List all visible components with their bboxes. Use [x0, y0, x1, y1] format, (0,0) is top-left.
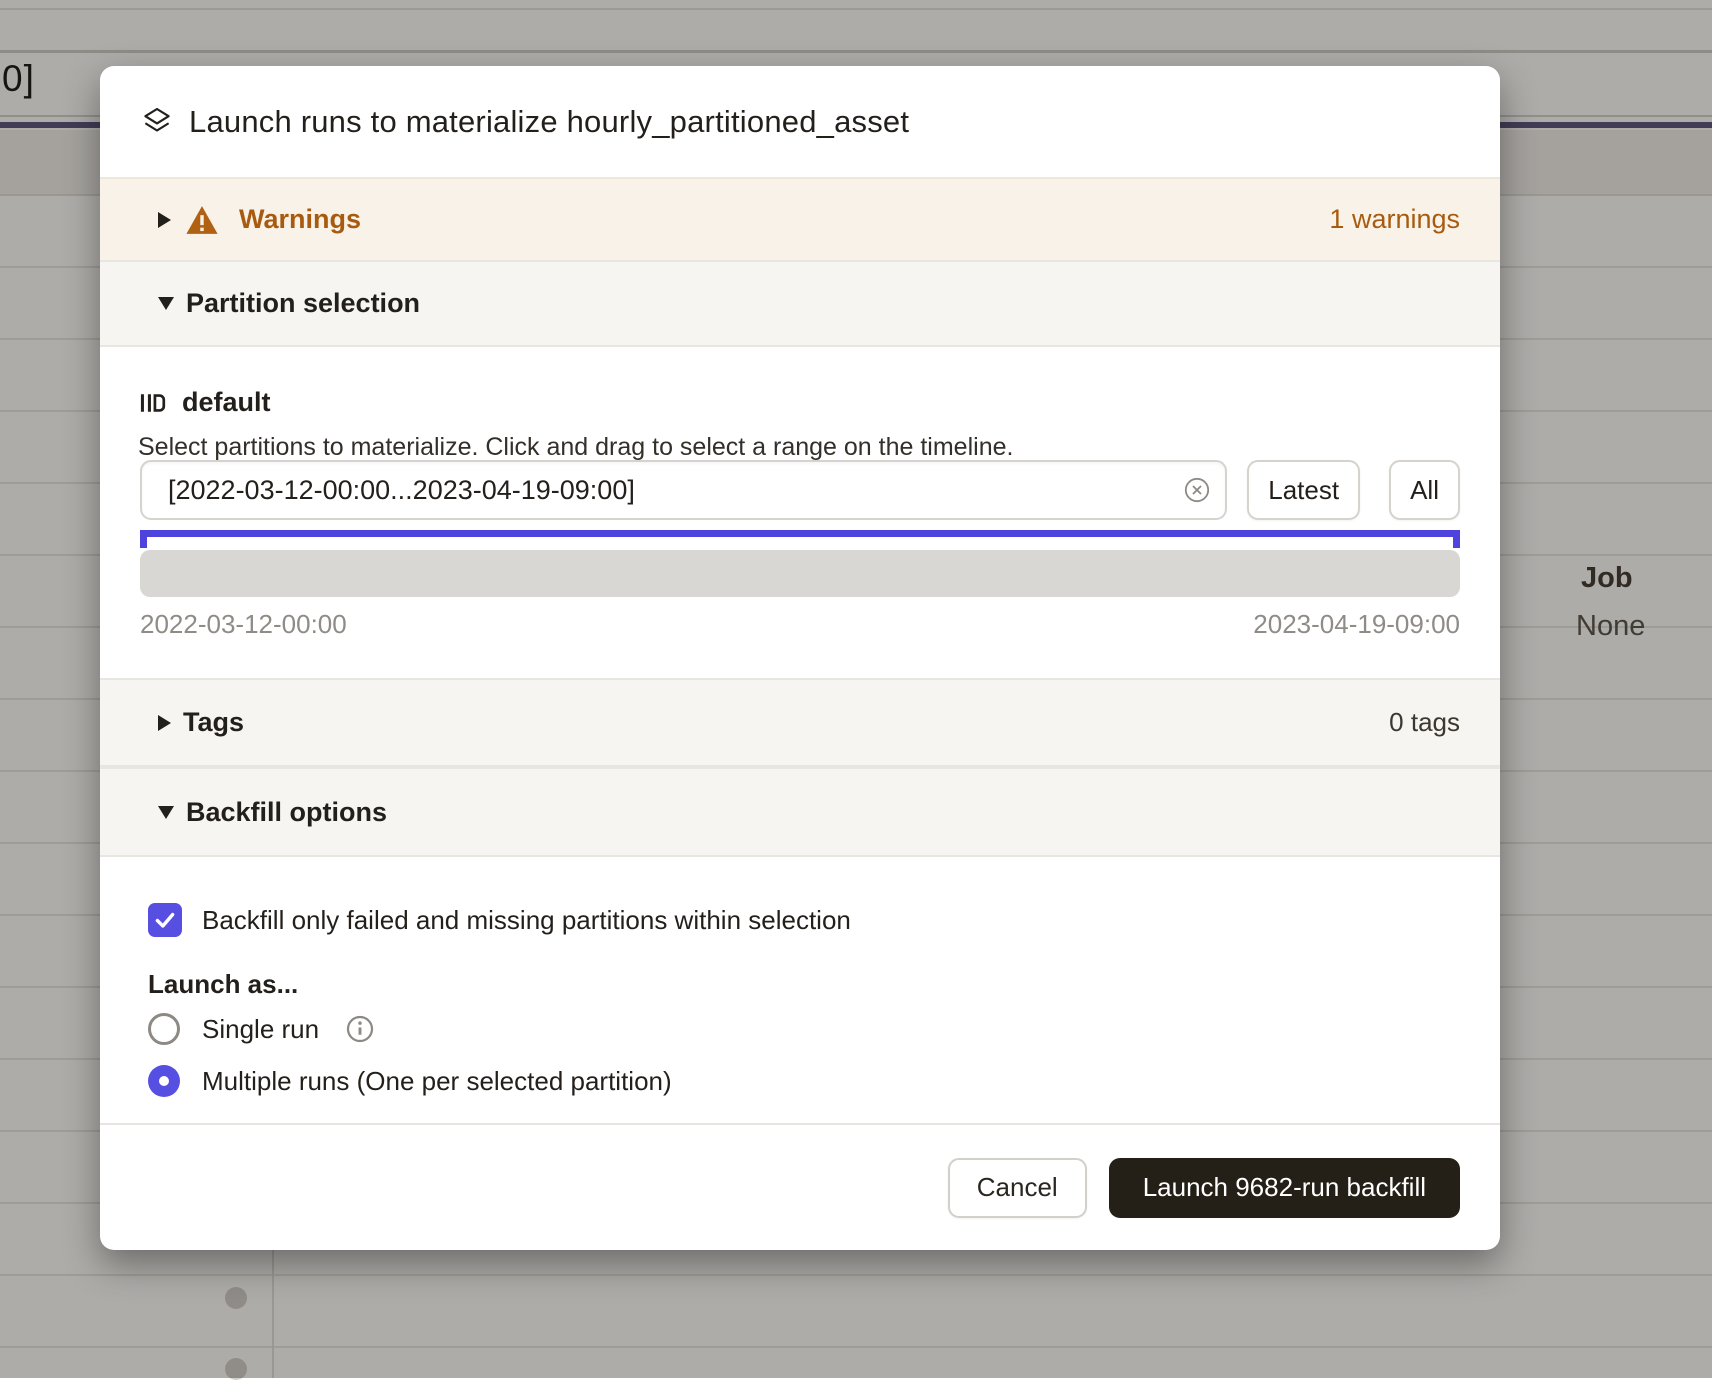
launch-backfill-button[interactable]: Launch 9682-run backfill — [1109, 1158, 1460, 1218]
caret-down-icon — [158, 806, 174, 819]
radio-selected[interactable] — [148, 1065, 180, 1097]
backfill-options-label: Backfill options — [186, 797, 387, 828]
backfill-options-toggle[interactable]: Backfill options — [100, 767, 1500, 857]
check-icon — [152, 907, 178, 933]
selection-range-tick — [140, 530, 147, 548]
partition-dimension-row: default — [138, 387, 271, 418]
backfill-options-body: Backfill only failed and missing partiti… — [100, 857, 1500, 1123]
checkbox-label: Backfill only failed and missing partiti… — [202, 905, 851, 936]
range-start-label: 2022-03-12-00:00 — [140, 609, 347, 640]
caret-right-icon — [158, 715, 171, 731]
partition-selection-toggle[interactable]: Partition selection — [100, 260, 1500, 347]
range-end-label: 2023-04-19-09:00 — [1253, 609, 1460, 640]
radio-single-run[interactable]: Single run — [148, 1013, 375, 1045]
tags-count: 0 tags — [1389, 707, 1460, 738]
partition-dimension-name: default — [182, 387, 271, 418]
partition-input-row: Latest All — [140, 460, 1460, 520]
backfill-only-failed-checkbox-row[interactable]: Backfill only failed and missing partiti… — [148, 903, 851, 937]
partition-range-input[interactable] — [142, 462, 1225, 518]
selection-range-bar[interactable] — [140, 530, 1460, 537]
dialog-header: Launch runs to materialize hourly_partit… — [100, 66, 1500, 177]
info-icon[interactable] — [345, 1014, 375, 1044]
partition-selection-body: default Select partitions to materialize… — [100, 347, 1500, 678]
tags-label: Tags — [183, 707, 244, 738]
warnings-count: 1 warnings — [1329, 204, 1460, 235]
timeline-range-labels: 2022-03-12-00:00 2023-04-19-09:00 — [140, 609, 1460, 640]
launch-as-label: Launch as... — [148, 969, 298, 1000]
partition-selection-label: Partition selection — [186, 288, 420, 319]
radio-single-run-label: Single run — [202, 1014, 319, 1045]
dialog-title: Launch runs to materialize hourly_partit… — [189, 104, 909, 140]
latest-button[interactable]: Latest — [1247, 460, 1360, 520]
tags-section-toggle[interactable]: Tags 0 tags — [100, 678, 1500, 767]
partition-description: Select partitions to materialize. Click … — [138, 433, 1013, 462]
radio-multiple-runs-label: Multiple runs (One per selected partitio… — [202, 1066, 672, 1097]
warnings-section-toggle[interactable]: Warnings 1 warnings — [100, 177, 1500, 260]
checkbox-checked[interactable] — [148, 903, 182, 937]
partition-icon — [138, 389, 166, 417]
radio-multiple-runs[interactable]: Multiple runs (One per selected partitio… — [148, 1065, 672, 1097]
dialog-footer: Cancel Launch 9682-run backfill — [100, 1123, 1500, 1250]
partition-range-input-wrap — [140, 460, 1227, 520]
materialize-layers-icon — [140, 105, 174, 139]
launch-backfill-dialog: Launch runs to materialize hourly_partit… — [100, 66, 1500, 1250]
warnings-label: Warnings — [239, 204, 361, 235]
caret-right-icon — [158, 212, 171, 228]
radio-unselected[interactable] — [148, 1013, 180, 1045]
cancel-button[interactable]: Cancel — [948, 1158, 1087, 1218]
partition-timeline[interactable] — [140, 550, 1460, 597]
warning-icon — [185, 204, 219, 236]
caret-down-icon — [158, 297, 174, 310]
all-button[interactable]: All — [1389, 460, 1460, 520]
selection-range-tick — [1453, 530, 1460, 548]
clear-input-icon[interactable] — [1183, 476, 1211, 504]
